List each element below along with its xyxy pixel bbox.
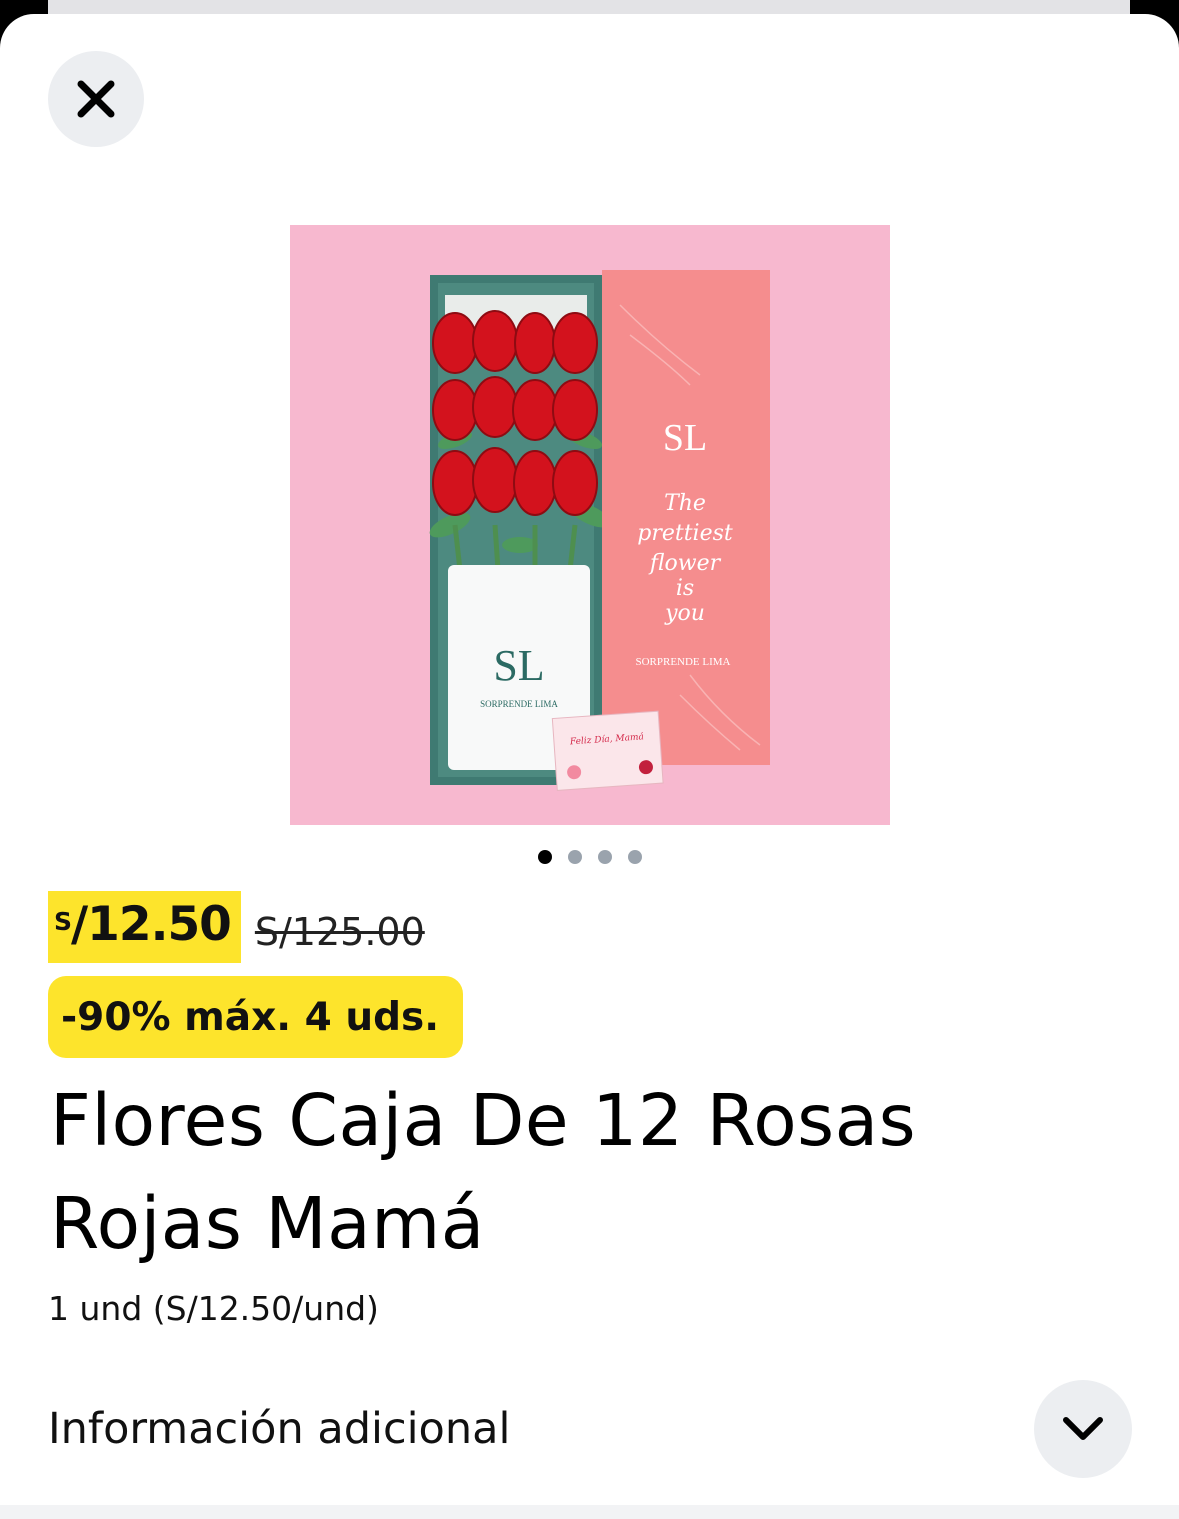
lid-line-5: you bbox=[664, 601, 705, 626]
close-icon bbox=[77, 80, 115, 118]
carousel-indicator bbox=[0, 850, 1179, 864]
lid-line-3: flower bbox=[648, 551, 722, 576]
product-detail-sheet: SL SORPRENDE LIMA SL The prettiest flowe… bbox=[0, 14, 1179, 1519]
unit-price: 1 und (S/12.50/und) bbox=[48, 1289, 379, 1328]
current-price: S/12.50 bbox=[48, 891, 241, 963]
lid-line-1: The bbox=[664, 491, 706, 516]
carousel-dot-3[interactable] bbox=[597, 850, 612, 864]
original-price: S/125.00 bbox=[254, 910, 425, 954]
additional-info-label: Información adicional bbox=[48, 1404, 511, 1454]
carousel-dot-1[interactable] bbox=[537, 850, 552, 864]
carousel-dot-2[interactable] bbox=[567, 850, 582, 864]
carousel-dot-4[interactable] bbox=[627, 850, 642, 864]
additional-info-row[interactable]: Información adicional bbox=[48, 1380, 1132, 1478]
price-amount: /12.50 bbox=[71, 897, 232, 952]
chevron-down-icon bbox=[1063, 1417, 1103, 1440]
lid-line-2: prettiest bbox=[637, 521, 733, 546]
price-currency: S bbox=[54, 907, 72, 936]
lid-line-4: is bbox=[676, 576, 694, 601]
bottom-divider bbox=[0, 1505, 1179, 1519]
product-image[interactable]: SL SORPRENDE LIMA SL The prettiest flowe… bbox=[290, 225, 890, 825]
vase-logo: SL bbox=[493, 641, 544, 690]
lid-brand: SORPRENDE LIMA bbox=[635, 656, 730, 668]
expand-button[interactable] bbox=[1034, 1380, 1132, 1478]
close-button[interactable] bbox=[48, 51, 144, 147]
vase-brand: SORPRENDE LIMA bbox=[480, 699, 558, 709]
discount-badge: -90% máx. 4 uds. bbox=[48, 976, 464, 1058]
price-row: S/12.50 S/125.00 bbox=[48, 891, 425, 963]
lid-logo: SL bbox=[663, 417, 707, 459]
product-title: Flores Caja De 12 Rosas Rojas Mamá bbox=[50, 1079, 917, 1265]
